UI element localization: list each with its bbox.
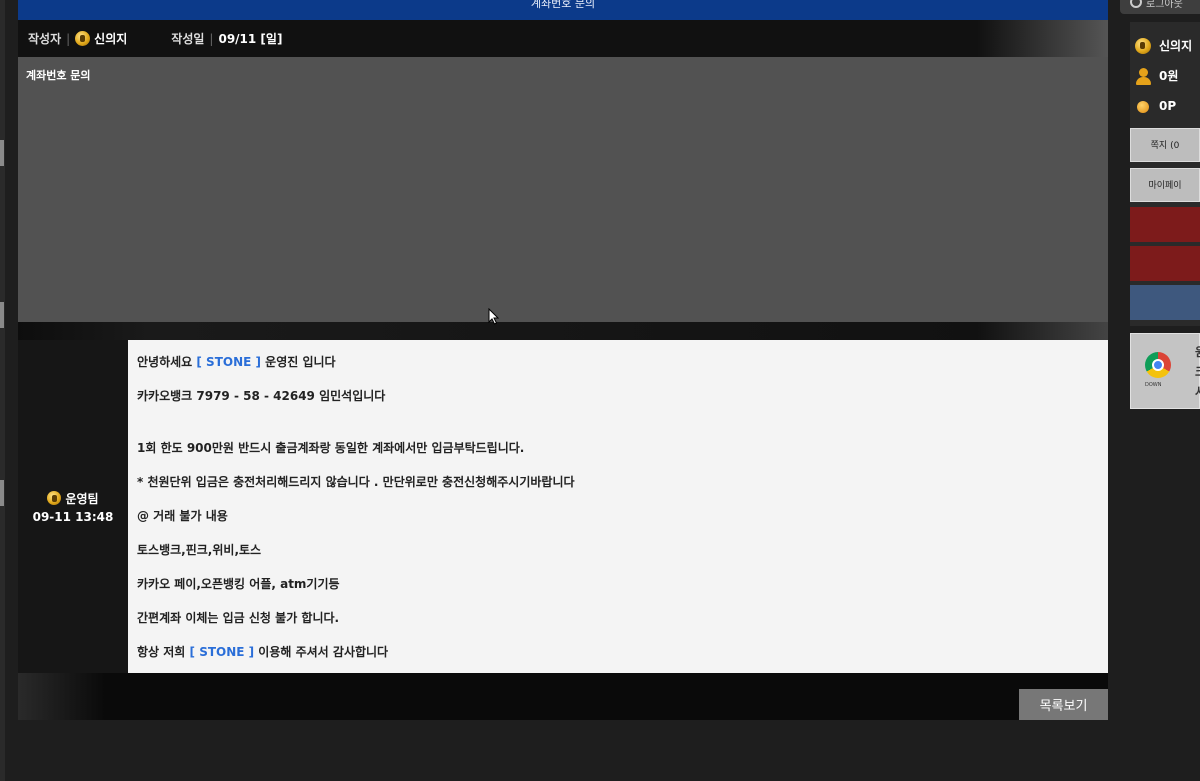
member-level-icon: [75, 31, 91, 46]
member-level-icon: [1135, 37, 1151, 54]
logout-label: 로그아웃: [1146, 0, 1183, 10]
left-edge-mark: [0, 302, 4, 328]
chrome-banner-text: 원 크 사: [1195, 342, 1200, 402]
sidebar-money: 0원: [1159, 69, 1179, 83]
reply-text: 안녕하세요: [137, 355, 197, 369]
reply-line: 카카오 페이,오픈뱅킹 어플, atm기기등: [137, 577, 340, 591]
reply-line: 간편계좌 이체는 입금 신청 불가 합니다.: [137, 611, 340, 625]
mouse-cursor-icon: [488, 308, 500, 325]
chrome-icon: [1145, 352, 1171, 378]
date-label: 작성일: [171, 32, 205, 46]
sidebar-points: 0P: [1159, 99, 1177, 113]
right-sidebar: 로그아웃 신의지 0원 0P 쪽지 (0 마이페이 DOWN 원 크 사: [1120, 0, 1200, 781]
admin-reply: 운영팀 09-11 13:48 안녕하세요 [ STONE ] 운영진 입니다 …: [18, 340, 1108, 673]
reply-blank-line: [137, 422, 1099, 440]
message-button[interactable]: 쪽지 (0: [1130, 128, 1200, 162]
reply-text: 이용해 주셔서 감사합니다: [254, 645, 389, 659]
reply-line: 안녕하세요 [ STONE ] 운영진 입니다: [137, 354, 1099, 388]
mypage-button[interactable]: 마이페이: [1130, 168, 1200, 202]
bottom-action-bar: 목록보기: [18, 673, 1108, 720]
reply-text: 항상 저희: [137, 645, 190, 659]
money-row: 0원: [1135, 67, 1179, 85]
reply-datetime: 09-11 13:48: [32, 509, 114, 524]
list-view-button[interactable]: 목록보기: [1019, 689, 1108, 720]
author-name[interactable]: 신의지: [94, 30, 127, 47]
meta-separator: |: [209, 31, 214, 46]
left-edge-mark: [0, 140, 4, 166]
admin-badge-icon: [47, 491, 62, 505]
reply-meta: 운영팀 09-11 13:48: [18, 340, 128, 673]
clock-icon: [1130, 0, 1142, 8]
reply-author: 운영팀: [47, 490, 99, 507]
brand-highlight: [ STONE ]: [196, 355, 261, 369]
username-row: 신의지: [1135, 37, 1192, 54]
reply-line: @ 거래 불가 내용: [137, 509, 228, 523]
post-subject: 계좌번호 문의: [26, 69, 91, 82]
post-body: 계좌번호 문의: [18, 57, 1108, 322]
chrome-down-label: DOWN: [1145, 382, 1162, 388]
brand-highlight: [ STONE ]: [189, 645, 255, 659]
board-title: 계좌번호 문의: [530, 0, 596, 10]
reply-line: 1회 한도 900만원 반드시 출금계좌랑 동일한 계좌에서만 입금부탁드립니다…: [137, 441, 525, 455]
chrome-download-banner[interactable]: DOWN 원 크 사: [1130, 333, 1200, 409]
points-icon: [1137, 101, 1149, 113]
post-meta-row: 작성자 | 신의지 작성일 | 09/11 [일]: [18, 20, 1108, 57]
reply-content: 안녕하세요 [ STONE ] 운영진 입니다 카카오뱅크 7979 - 58 …: [128, 340, 1108, 673]
logout-button[interactable]: 로그아웃: [1120, 0, 1200, 14]
money-person-icon: [1135, 67, 1151, 85]
post-view: 계좌번호 문의 작성자 | 신의지 작성일 | 09/11 [일] 계좌번호 문…: [18, 0, 1108, 720]
author-label: 작성자: [28, 32, 62, 46]
divider-strip: [18, 322, 1108, 340]
reply-line: 토스뱅크,핀크,위비,토스: [137, 543, 262, 557]
reply-line: 카카오뱅크 7979 - 58 - 42649 임민석입니다: [137, 389, 386, 403]
left-edge-mark: [0, 480, 4, 506]
reply-text: 운영진 입니다: [260, 355, 336, 369]
sidebar-red-button[interactable]: [1130, 207, 1200, 242]
reply-line: * 천원단위 입금은 충전처리해드리지 않습니다 . 만단위로만 충전신청해주시…: [137, 475, 575, 489]
meta-separator: |: [66, 31, 71, 46]
sidebar-blue-button[interactable]: [1130, 285, 1200, 320]
left-page-edge: [0, 0, 5, 781]
sidebar-username: 신의지: [1159, 39, 1193, 53]
reply-author-name: 운영팀: [65, 491, 99, 506]
board-title-bar: 계좌번호 문의: [18, 0, 1108, 20]
sidebar-red-button[interactable]: [1130, 246, 1200, 281]
post-date: 09/11 [일]: [218, 32, 283, 46]
points-row: 0P: [1135, 99, 1176, 113]
